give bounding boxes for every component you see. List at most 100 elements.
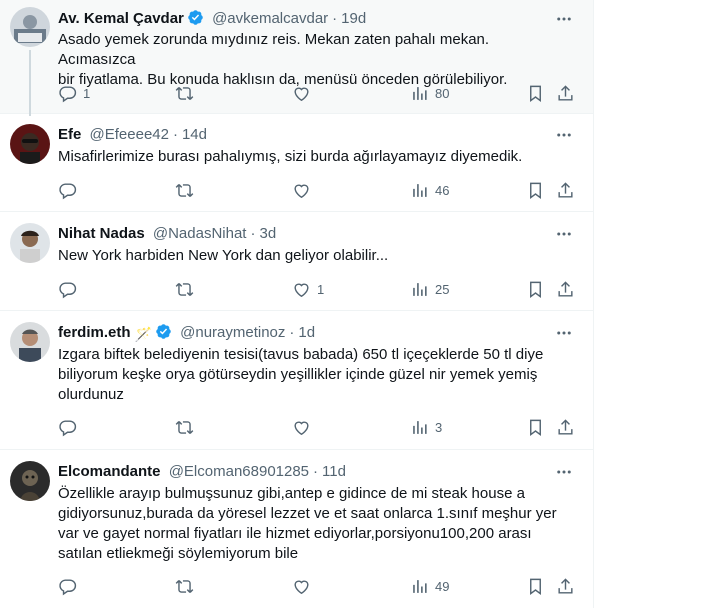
timestamp[interactable]: 3d (259, 225, 276, 242)
reply-icon (59, 578, 77, 595)
timestamp[interactable]: 14d (182, 126, 207, 143)
share-icon (558, 577, 573, 594)
like-icon (294, 421, 309, 435)
tweet-text: New York harbiden New York dan geliyor o… (58, 247, 389, 264)
user-handle[interactable]: @NadasNihat (153, 225, 247, 242)
reply-icon (59, 182, 77, 199)
reply-button[interactable]: 1 (58, 83, 90, 103)
views-button[interactable]: 80 (410, 83, 449, 103)
retweet-button[interactable] (175, 83, 200, 103)
share-icon (558, 84, 573, 101)
like-icon (294, 283, 309, 297)
bookmark-button[interactable] (526, 83, 545, 103)
reply-icon (59, 419, 77, 436)
separator-dot: · (250, 225, 256, 242)
bookmark-button[interactable] (526, 417, 545, 437)
verified-badge-icon[interactable] (155, 323, 172, 340)
share-icon (558, 181, 573, 198)
display-name[interactable]: Efe (58, 126, 81, 143)
views-button[interactable]: 25 (410, 279, 449, 299)
views-icon (413, 86, 427, 100)
user-handle[interactable]: @Elcoman68901285 (169, 463, 309, 480)
more-icon[interactable] (555, 10, 573, 28)
reply-button[interactable] (58, 180, 83, 200)
reply-button[interactable] (58, 576, 83, 596)
timestamp[interactable]: 11d (322, 463, 346, 480)
views-button[interactable]: 49 (410, 576, 449, 596)
tweet[interactable]: Nihat Nadas @NadasNihat · 3d New York harb… (0, 212, 593, 311)
views-icon (413, 282, 427, 296)
like-icon (294, 580, 309, 594)
reply-icon (59, 85, 77, 102)
reply-count: 1 (83, 85, 91, 101)
share-button[interactable] (556, 279, 575, 299)
share-button[interactable] (556, 180, 575, 200)
avatar[interactable] (10, 223, 50, 263)
like-button[interactable] (292, 576, 317, 596)
tweet-actions: 1 80 (58, 83, 577, 103)
share-icon (558, 280, 573, 297)
retweet-button[interactable] (175, 279, 200, 299)
share-button[interactable] (556, 83, 575, 103)
more-icon[interactable] (555, 324, 573, 342)
retweet-button[interactable] (175, 180, 200, 200)
bookmark-button[interactable] (526, 180, 545, 200)
tweet-actions: 3 (58, 417, 577, 437)
avatar[interactable] (10, 322, 50, 362)
tweet-header: Nihat Nadas @NadasNihat · 3d (58, 224, 553, 244)
views-button[interactable]: 46 (410, 180, 449, 200)
verified-badge-icon[interactable] (187, 9, 204, 26)
reply-thread: Av. Kemal Çavdar @avkemalcavdar · 19d Asad… (0, 0, 594, 608)
like-button[interactable] (292, 83, 317, 103)
tweet[interactable]: Av. Kemal Çavdar @avkemalcavdar · 19d Asad… (0, 0, 593, 116)
share-button[interactable] (556, 576, 575, 596)
bookmark-icon (530, 281, 541, 298)
user-handle[interactable]: @Efeeee42 (90, 126, 169, 143)
timestamp[interactable]: 1d (298, 324, 315, 341)
bookmark-button[interactable] (526, 576, 545, 596)
retweet-icon (175, 282, 194, 296)
thread-connector (29, 50, 31, 116)
tweet-header: ferdim.eth 🪄 @nuraymetinoz · 1d (58, 323, 553, 343)
views-button[interactable]: 3 (410, 417, 442, 437)
display-name[interactable]: Elcomandante (58, 463, 161, 480)
tweet[interactable]: Efe @Efeeee42 · 14d Misafirlerimize burası… (0, 114, 593, 212)
bookmark-icon (530, 85, 541, 102)
like-button[interactable] (292, 417, 317, 437)
display-name[interactable]: Av. Kemal Çavdar (58, 10, 184, 27)
bookmark-icon (530, 419, 541, 436)
avatar[interactable] (10, 7, 50, 47)
display-name[interactable]: ferdim.eth (58, 324, 131, 341)
avatar[interactable] (10, 461, 50, 501)
bookmark-button[interactable] (526, 279, 545, 299)
display-name[interactable]: Nihat Nadas (58, 225, 145, 242)
more-icon[interactable] (555, 463, 573, 481)
avatar[interactable] (10, 124, 50, 164)
views-count: 3 (435, 419, 443, 435)
retweet-icon (175, 420, 194, 434)
tweet-header: Av. Kemal Çavdar @avkemalcavdar · 19d (58, 9, 553, 29)
more-icon[interactable] (555, 225, 573, 243)
more-icon[interactable] (555, 126, 573, 144)
tweet[interactable]: ferdim.eth 🪄 @nuraymetinoz · 1d Izgara bift… (0, 311, 593, 450)
tweet-header: Efe @Efeeee42 · 14d (58, 125, 553, 145)
timestamp[interactable]: 19d (341, 10, 366, 27)
views-icon (413, 420, 427, 434)
retweet-button[interactable] (175, 417, 200, 437)
separator-dot: · (289, 324, 295, 341)
reply-button[interactable] (58, 279, 83, 299)
like-button[interactable] (292, 180, 317, 200)
tweet-text: Özellikle arayıp bulmuşsunuz gibi,antep … (58, 485, 557, 562)
reply-icon (59, 281, 77, 298)
retweet-button[interactable] (175, 576, 200, 596)
share-button[interactable] (556, 417, 575, 437)
share-icon (558, 418, 573, 435)
user-handle[interactable]: @nuraymetinoz (180, 324, 285, 341)
user-handle[interactable]: @avkemalcavdar (212, 10, 328, 27)
like-icon (294, 184, 309, 198)
separator-dot: · (172, 126, 178, 143)
reply-button[interactable] (58, 417, 83, 437)
like-count: 1 (317, 281, 325, 297)
like-button[interactable]: 1 (292, 279, 324, 299)
tweet[interactable]: Elcomandante @Elcoman68901285 · 11d Özelli… (0, 450, 593, 608)
